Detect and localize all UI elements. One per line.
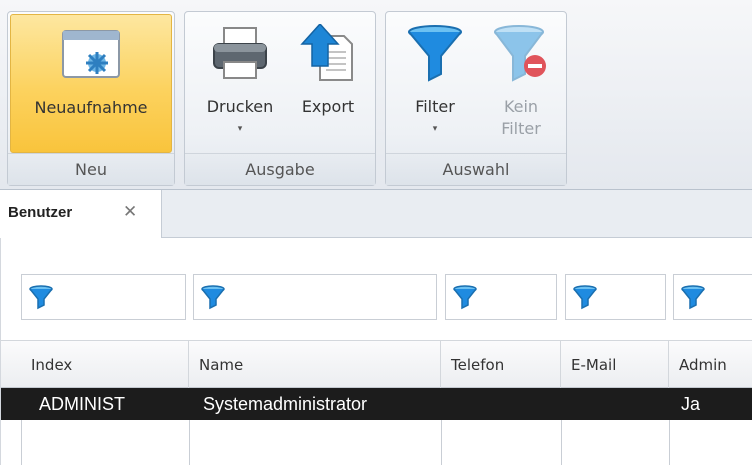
filter-icon[interactable]	[680, 284, 706, 313]
grid-header: Index Name Telefon E-Mail Admin	[1, 340, 752, 389]
filter-cell-admin[interactable]	[673, 274, 752, 320]
ribbon-group-neu: Neuaufnahme Neu	[7, 11, 175, 186]
column-header-name[interactable]: Name	[189, 341, 441, 389]
filter-cell-telefon[interactable]	[445, 274, 557, 320]
empty-row-area	[1, 420, 752, 465]
tab-benutzer[interactable]: Benutzer ✕	[0, 190, 162, 238]
kein-filter-button[interactable]: Kein Filter	[482, 14, 560, 153]
grid-divider	[561, 420, 562, 465]
grid-divider	[441, 420, 442, 465]
drucken-label: Drucken	[206, 97, 274, 116]
filter-label: Filter	[415, 97, 455, 116]
filter-cell-email[interactable]	[565, 274, 666, 320]
neuaufnahme-label: Neuaufnahme	[34, 98, 148, 117]
printer-icon	[210, 24, 270, 86]
ribbon-group-ausgabe: Drucken ▾ Export Ausgabe	[184, 11, 376, 186]
filter-icon[interactable]	[452, 284, 478, 313]
grid-divider	[21, 420, 22, 465]
column-header-index[interactable]: Index	[21, 341, 189, 389]
grid-divider	[189, 420, 190, 465]
cell-admin: Ja	[681, 394, 701, 414]
kein-filter-label-line2: Filter	[501, 119, 541, 138]
filter-icon	[405, 24, 465, 88]
filter-cell-name[interactable]	[193, 274, 437, 320]
ribbon-group-auswahl: Filter ▾ Kein Filter Auswahl	[385, 11, 567, 186]
close-icon[interactable]: ✕	[123, 202, 137, 222]
user-grid: Index Name Telefon E-Mail Admin ADMINIST…	[0, 238, 752, 465]
tab-benutzer-label: Benutzer	[8, 204, 73, 221]
kein-filter-label-line1: Kein	[503, 97, 539, 116]
new-record-icon	[59, 25, 123, 87]
export-button[interactable]: Export	[289, 14, 367, 153]
filter-icon[interactable]	[200, 284, 226, 313]
table-row[interactable]: ADMINIST Systemadministrator Ja	[1, 388, 752, 420]
ribbon: Neuaufnahme Neu Drucken ▾ Export Ausgabe…	[0, 0, 752, 190]
column-header-email[interactable]: E-Mail	[561, 341, 669, 389]
filter-row	[1, 274, 752, 320]
group-label-auswahl: Auswahl	[386, 153, 566, 185]
filter-dropdown-caret[interactable]: ▾	[394, 124, 476, 134]
neuaufnahme-button[interactable]: Neuaufnahme	[10, 14, 172, 153]
filter-icon[interactable]	[28, 284, 54, 313]
remove-filter-icon	[491, 24, 551, 88]
column-header-admin[interactable]: Admin	[669, 341, 752, 389]
cell-name: Systemadministrator	[203, 394, 368, 414]
cell-index: ADMINIST	[39, 394, 126, 414]
filter-button[interactable]: Filter ▾	[394, 14, 476, 153]
group-label-neu: Neu	[8, 153, 174, 185]
drucken-button[interactable]: Drucken ▾	[199, 14, 281, 153]
grid-divider	[669, 420, 670, 465]
document-tabstrip: Benutzer ✕	[0, 190, 752, 238]
column-header-telefon[interactable]: Telefon	[441, 341, 561, 389]
filter-icon[interactable]	[572, 284, 598, 313]
filter-cell-index[interactable]	[21, 274, 186, 320]
export-icon	[298, 22, 358, 88]
drucken-dropdown-caret[interactable]: ▾	[199, 124, 281, 134]
export-label: Export	[301, 97, 355, 116]
kein-filter-label: Kein Filter	[482, 96, 560, 140]
group-label-ausgabe: Ausgabe	[185, 153, 375, 185]
